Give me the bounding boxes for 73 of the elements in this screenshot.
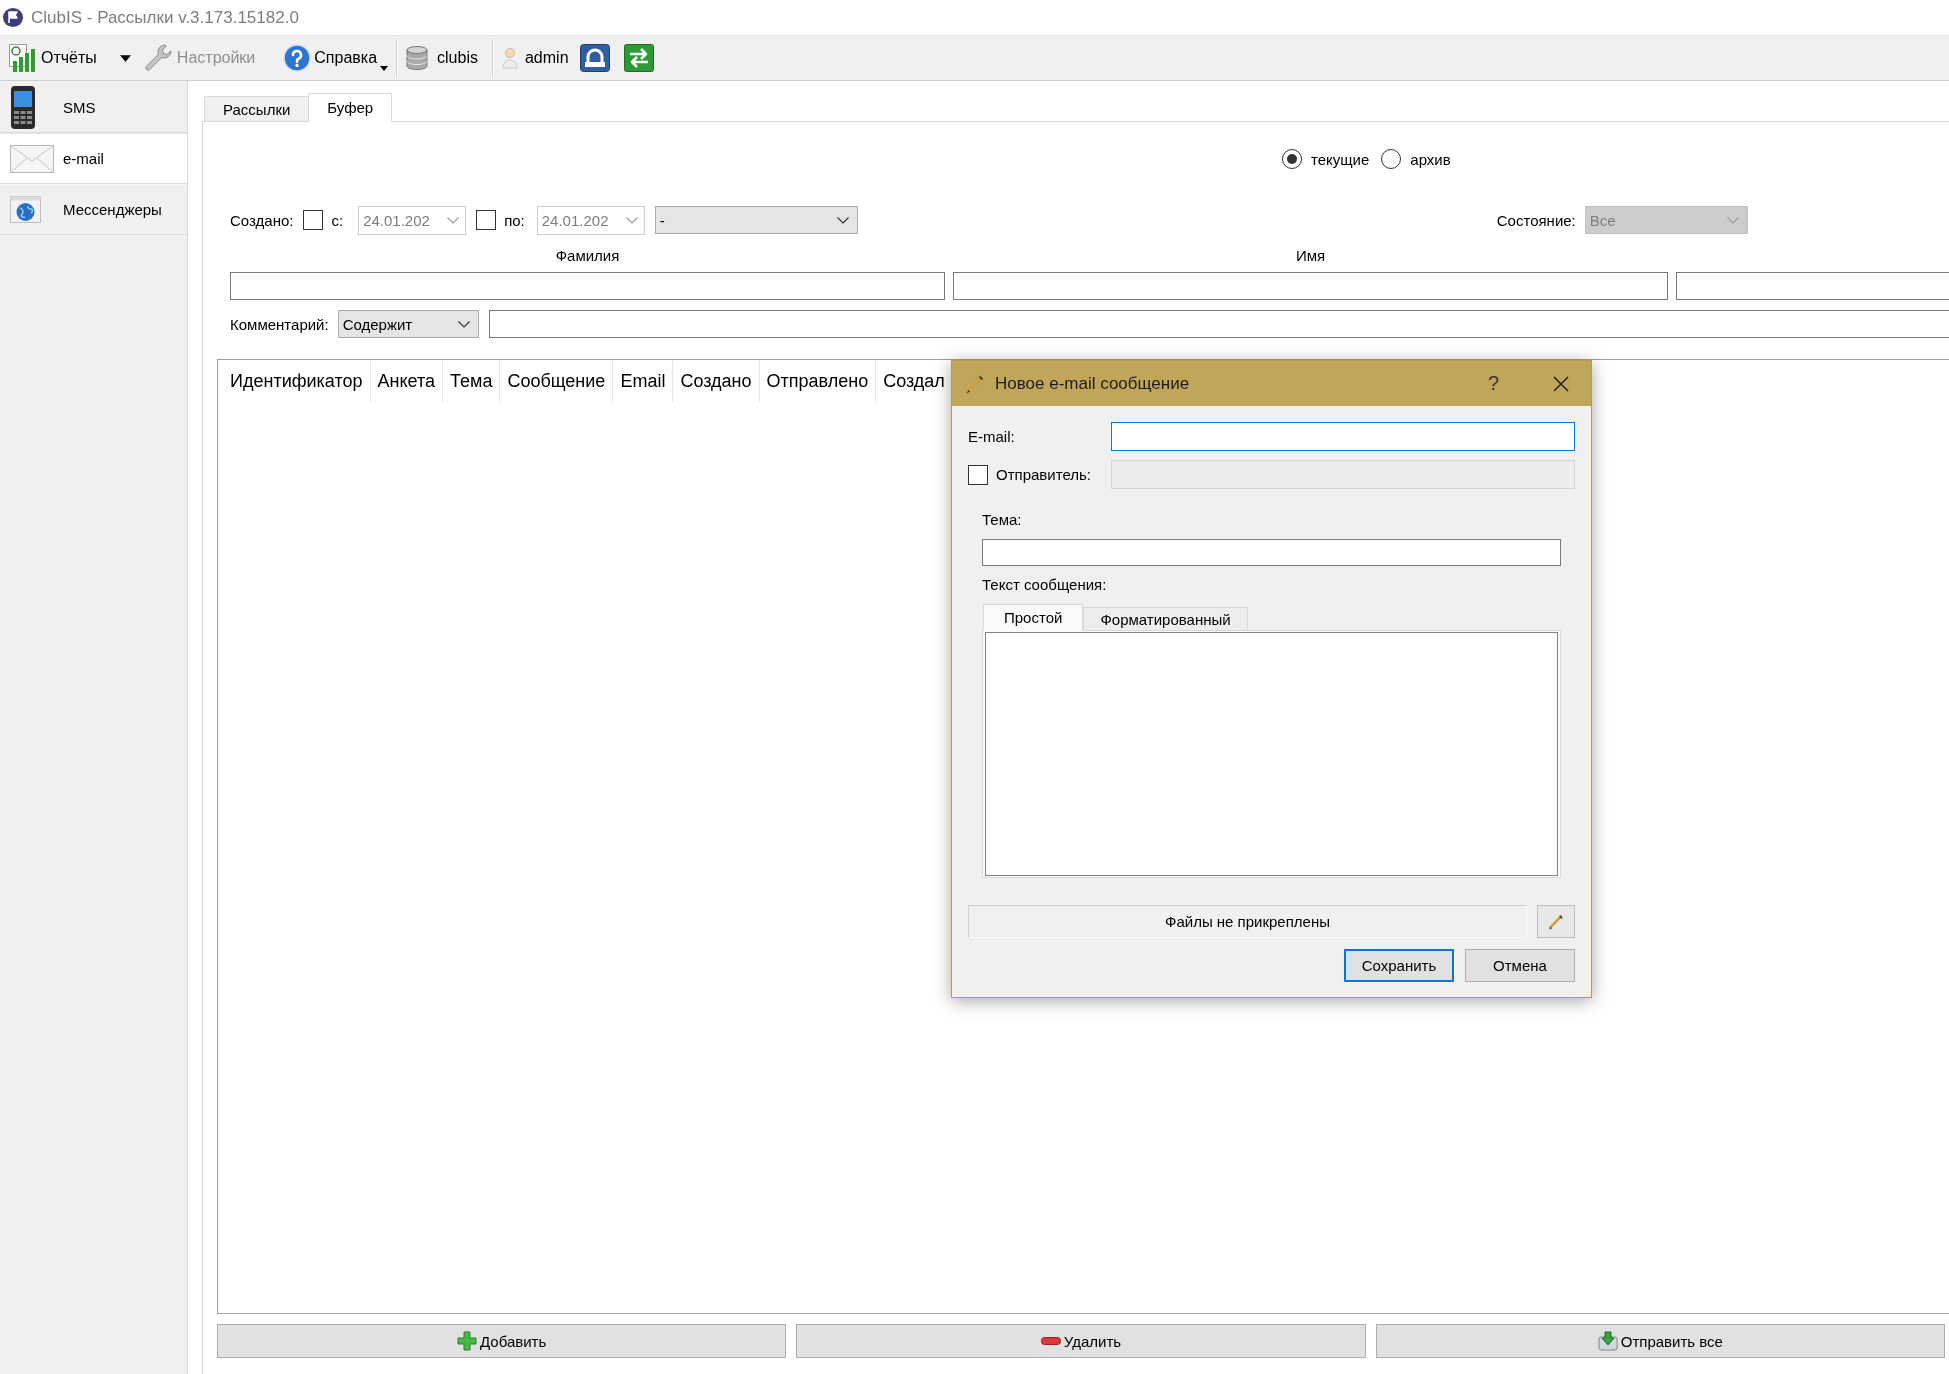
column-header[interactable]: Создано: [673, 360, 760, 402]
action-button[interactable]: Добавить: [217, 1324, 787, 1358]
action-button[interactable]: Удалить: [796, 1324, 1366, 1358]
column-header[interactable]: Анкета: [370, 360, 443, 402]
tab[interactable]: Рассылки: [204, 96, 310, 122]
dialog-button[interactable]: Отмена: [1465, 949, 1575, 982]
lock-icon[interactable]: [579, 44, 610, 72]
caret-icon: [380, 66, 389, 71]
email-field[interactable]: [1111, 422, 1575, 451]
field-label: по:: [504, 211, 525, 229]
window-title: ClubIS - Рассылки v.3.173.15182.0: [31, 7, 299, 28]
pencil-icon: [1547, 912, 1565, 931]
radio-label: архив: [1410, 150, 1451, 168]
minus-icon: [1040, 1337, 1061, 1345]
field-label: E-mail:: [968, 428, 1015, 445]
column-header[interactable]: Идентификатор: [218, 360, 371, 402]
chevron-icon: [1726, 216, 1739, 224]
dropdown[interactable]: -: [654, 206, 858, 234]
plus-icon: [457, 1331, 477, 1351]
radio-button[interactable]: [1282, 149, 1302, 169]
column-header[interactable]: Email: [613, 360, 674, 402]
action-button[interactable]: Отправить все: [1375, 1324, 1945, 1358]
help-button[interactable]: ?: [1483, 372, 1503, 395]
radio-button[interactable]: [1381, 149, 1402, 169]
field-label: Состояние:: [1496, 211, 1576, 229]
sidebar-item[interactable]: e-mail: [0, 133, 187, 184]
column-label: Имя: [1295, 246, 1326, 264]
column-label: Фамилия: [555, 246, 620, 264]
field-label: Тема:: [982, 510, 1022, 530]
caret-icon: [119, 54, 131, 62]
person-icon: [501, 47, 518, 69]
field-label: с:: [331, 211, 344, 229]
phone-icon: [10, 85, 36, 130]
chevron-icon: [625, 216, 638, 224]
column-header[interactable]: Тема: [443, 360, 501, 402]
pencil-icon: [964, 372, 986, 395]
text-field[interactable]: [488, 310, 1949, 338]
text-field[interactable]: [953, 272, 1668, 300]
database-icon: [406, 46, 429, 70]
envelope-icon: [10, 144, 54, 173]
attachments-field: Файлы не прикреплены: [968, 905, 1527, 938]
tab[interactable]: Простой: [983, 604, 1084, 631]
dialog-title: Новое e-mail сообщение: [995, 373, 1190, 394]
arrows-icon[interactable]: [623, 44, 654, 72]
close-icon[interactable]: [1553, 375, 1569, 392]
sidebar-item[interactable]: SMS: [0, 82, 187, 133]
chevron-icon: [836, 216, 849, 224]
subject-field[interactable]: [982, 539, 1561, 566]
chevron-icon: [447, 216, 460, 224]
radio-label: текущие: [1311, 150, 1370, 168]
bar-chart-icon: [8, 43, 38, 73]
tab[interactable]: Буфер: [308, 93, 393, 122]
help-icon: [283, 44, 312, 72]
database-button[interactable]: clubis: [404, 39, 480, 77]
tab[interactable]: Форматированный: [1083, 607, 1248, 631]
field-label: Комментарий:: [230, 315, 329, 333]
column-header[interactable]: Отправлено: [759, 360, 877, 402]
chevron-icon: [457, 320, 470, 328]
field-label: Создано:: [230, 211, 294, 229]
sidebar-item[interactable]: Мессенджеры: [0, 184, 187, 235]
text-field[interactable]: [1676, 272, 1949, 300]
help-button[interactable]: Справка: [281, 39, 391, 77]
column-header[interactable]: Сообщение: [500, 360, 614, 402]
field-label: Отправитель:: [996, 466, 1091, 483]
dialog-button[interactable]: Сохранить: [1344, 949, 1454, 982]
logo-icon: [3, 8, 23, 27]
user-button[interactable]: admin: [499, 39, 571, 77]
text-field[interactable]: [230, 272, 945, 300]
reports-button[interactable]: Отчёты: [6, 39, 133, 77]
globe-icon: [10, 196, 41, 223]
inbox-arrow-icon: [1597, 1331, 1618, 1351]
dropdown[interactable]: Содержит: [337, 310, 479, 338]
field-label: Текст сообщения:: [982, 575, 1107, 595]
